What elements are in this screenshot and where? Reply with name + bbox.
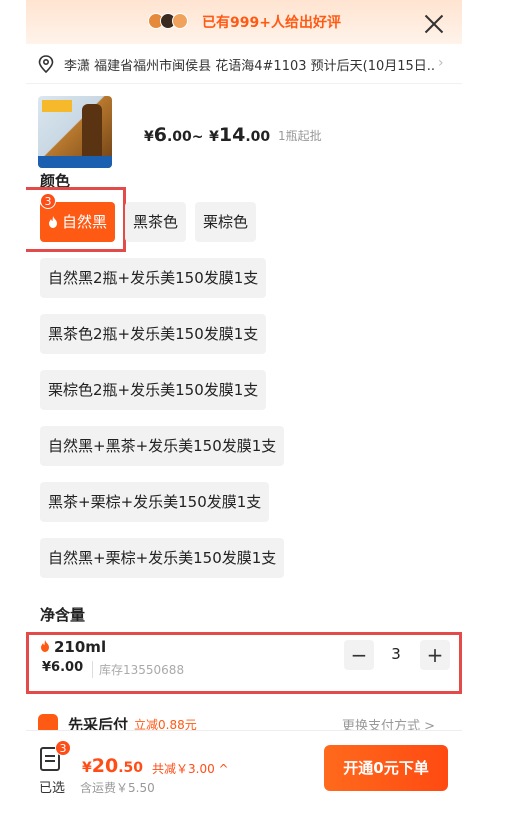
pay-later-tag: 立减0.88元 (134, 718, 197, 730)
chevron-right-icon: › (438, 55, 444, 71)
total-price: ¥20.50 (82, 755, 144, 777)
highlight-box-spec (26, 632, 462, 694)
color-option-3[interactable]: 栗棕色 (195, 202, 257, 242)
close-icon[interactable] (424, 14, 444, 34)
color-option-4[interactable]: 自然黑2瓶+发乐美150发膜1支 (40, 258, 267, 298)
pay-later-icon (38, 714, 58, 730)
color-option-8[interactable]: 黑茶+栗棕+发乐美150发膜1支 (40, 482, 270, 522)
review-banner-text: 已有999+人给出好评 (202, 15, 341, 31)
pay-later-title: 先采后付 (68, 716, 129, 730)
address-row[interactable]: 李潇 福建省福州市闽侯县 花语海4#1103 预计后天(10月15日... › (26, 44, 462, 84)
color-option-9[interactable]: 自然黑+栗棕+发乐美150发膜1支 (40, 538, 285, 578)
color-option-6[interactable]: 栗棕色2瓶+发乐美150发膜1支 (40, 370, 267, 410)
cart-count-badge: 3 (55, 740, 71, 756)
color-option-7[interactable]: 自然黑+黑茶+发乐美150发膜1支 (40, 426, 285, 466)
color-option-5[interactable]: 黑茶色2瓶+发乐美150发膜1支 (40, 314, 267, 354)
product-thumbnail[interactable] (38, 96, 112, 168)
selected-label: 已选 (39, 781, 66, 796)
address-text: 李潇 福建省福州市闽侯县 花语海4#1103 预计后天(10月15日... (64, 59, 434, 74)
min-order-label: 1瓶起批 (278, 129, 322, 143)
sku-picker-sheet: 已有999+人给出好评 李潇 福建省福州市闽侯县 花语海4#1103 预计后天(… (26, 0, 462, 816)
highlight-box-color (26, 187, 126, 252)
spec-section-title: 净含量 (40, 606, 86, 624)
price-range: ¥6.00~ ¥14.00 (144, 124, 271, 146)
discount-summary[interactable]: 共减￥3.00 ^ (152, 760, 229, 777)
pay-later-row[interactable]: 先采后付 立减0.88元 更换支付方式 > (26, 710, 462, 730)
shipping-note: 含运费￥5.50 (80, 781, 155, 795)
review-banner: 已有999+人给出好评 (26, 0, 462, 44)
change-payment-link[interactable]: 更换支付方式 > (342, 715, 435, 730)
backdrop-right (462, 0, 514, 816)
color-option-2[interactable]: 黑茶色 (125, 202, 187, 242)
location-pin-icon (38, 55, 54, 73)
backdrop-left (0, 0, 26, 816)
order-button[interactable]: 开通0元下单 (324, 745, 448, 791)
bottom-action-bar: 3 已选 ¥20.50 共减￥3.00 ^ 含运费￥5.50 开通0元下单 (26, 730, 462, 816)
reviewer-avatars (148, 13, 197, 29)
